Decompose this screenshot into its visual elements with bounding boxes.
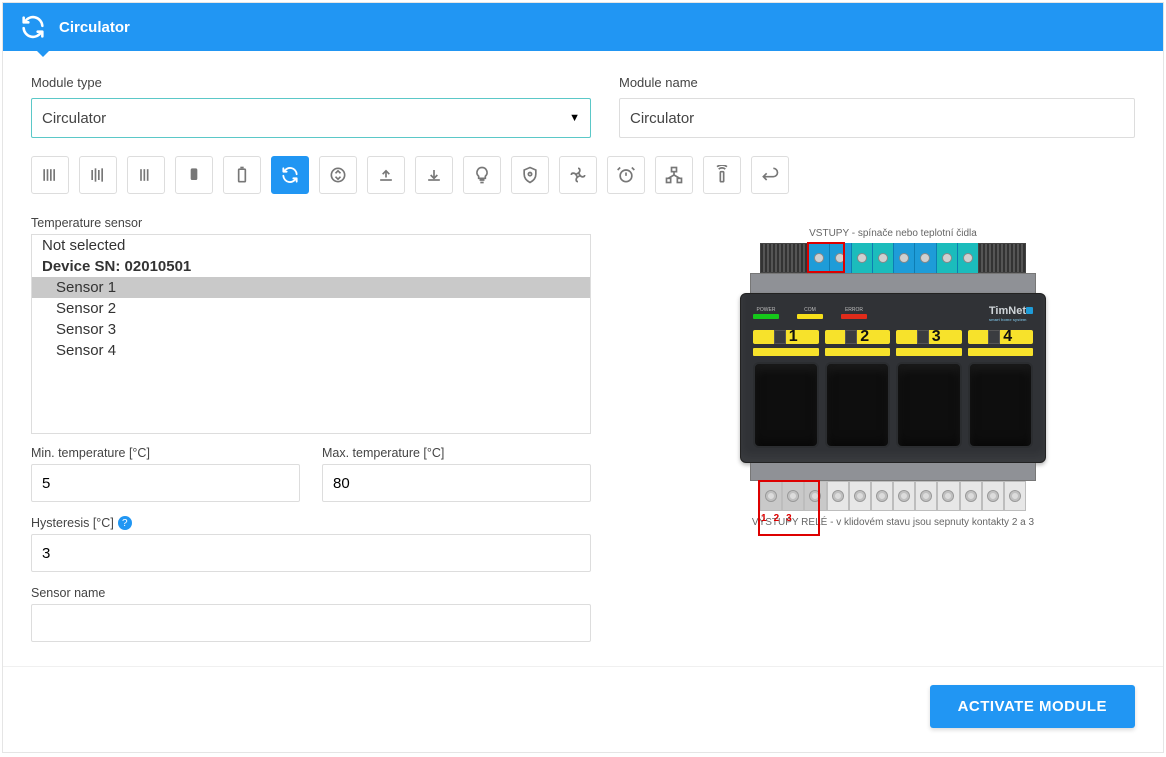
sensor-name-input[interactable] (31, 604, 591, 642)
sensor-row-3[interactable]: Sensor 3 (32, 319, 590, 340)
icon-bulb[interactable] (463, 156, 501, 194)
switch-1 (753, 362, 819, 448)
icon-alarm[interactable] (607, 156, 645, 194)
hysteresis-input[interactable] (31, 534, 591, 572)
cycle-icon (19, 13, 47, 41)
sensor-label: Temperature sensor (31, 216, 591, 230)
icon-shield[interactable] (511, 156, 549, 194)
module-type-select[interactable]: Circulator ▼ (31, 98, 591, 138)
panel-title: Circulator (59, 19, 130, 36)
sensor-name-label: Sensor name (31, 586, 591, 600)
chevron-down-icon: ▼ (569, 112, 580, 124)
icon-battery[interactable] (223, 156, 261, 194)
sensor-row-2[interactable]: Sensor 2 (32, 298, 590, 319)
panel-header: Circulator (3, 3, 1163, 51)
icon-remote[interactable] (703, 156, 741, 194)
grille-left-icon (760, 243, 808, 273)
device-figure: VSTUPY - spínače nebo teplotní čidla (738, 228, 1048, 532)
activate-button[interactable]: ACTIVATE MODULE (930, 685, 1135, 728)
sensor-row-not-selected[interactable]: Not selected (32, 235, 590, 256)
min-temp-label: Min. temperature [°C] (31, 446, 300, 460)
icon-barcode-a[interactable] (31, 156, 69, 194)
icon-updown[interactable] (319, 156, 357, 194)
switch-4 (968, 362, 1034, 448)
module-type-label: Module type (31, 75, 591, 90)
icon-return[interactable] (751, 156, 789, 194)
sensor-row-4[interactable]: Sensor 4 (32, 340, 590, 361)
hysteresis-label: Hysteresis [°C] ? (31, 516, 591, 530)
device-top-caption: VSTUPY - spínače nebo teplotní čidla (738, 228, 1048, 239)
icon-barcode-c[interactable] (127, 156, 165, 194)
switch-2 (825, 362, 891, 448)
sensor-list[interactable]: Not selected Device SN: 02010501 Sensor … (31, 234, 591, 434)
input-terminals (808, 243, 978, 273)
max-temp-label: Max. temperature [°C] (322, 446, 591, 460)
icon-fan[interactable] (559, 156, 597, 194)
output-terminals (760, 481, 1026, 511)
sensor-row-group[interactable]: Device SN: 02010501 (32, 256, 590, 277)
module-type-value: Circulator (42, 110, 106, 127)
grille-right-icon (978, 243, 1026, 273)
icon-barcode-b[interactable] (79, 156, 117, 194)
help-icon[interactable]: ? (118, 516, 132, 530)
module-name-label: Module name (619, 75, 1135, 90)
icon-picker (3, 156, 1163, 216)
switch-3 (896, 362, 962, 448)
brand-label: TimNetsmart home system (989, 305, 1033, 322)
icon-network[interactable] (655, 156, 693, 194)
icon-cycle[interactable] (271, 156, 309, 194)
icon-device[interactable] (175, 156, 213, 194)
icon-download[interactable] (415, 156, 453, 194)
max-temp-input[interactable] (322, 464, 591, 502)
relay-numbers: 1 2 3 (761, 513, 792, 524)
module-name-input[interactable] (619, 98, 1135, 138)
sensor-row-1[interactable]: Sensor 1 (32, 277, 590, 298)
icon-upload[interactable] (367, 156, 405, 194)
min-temp-input[interactable] (31, 464, 300, 502)
